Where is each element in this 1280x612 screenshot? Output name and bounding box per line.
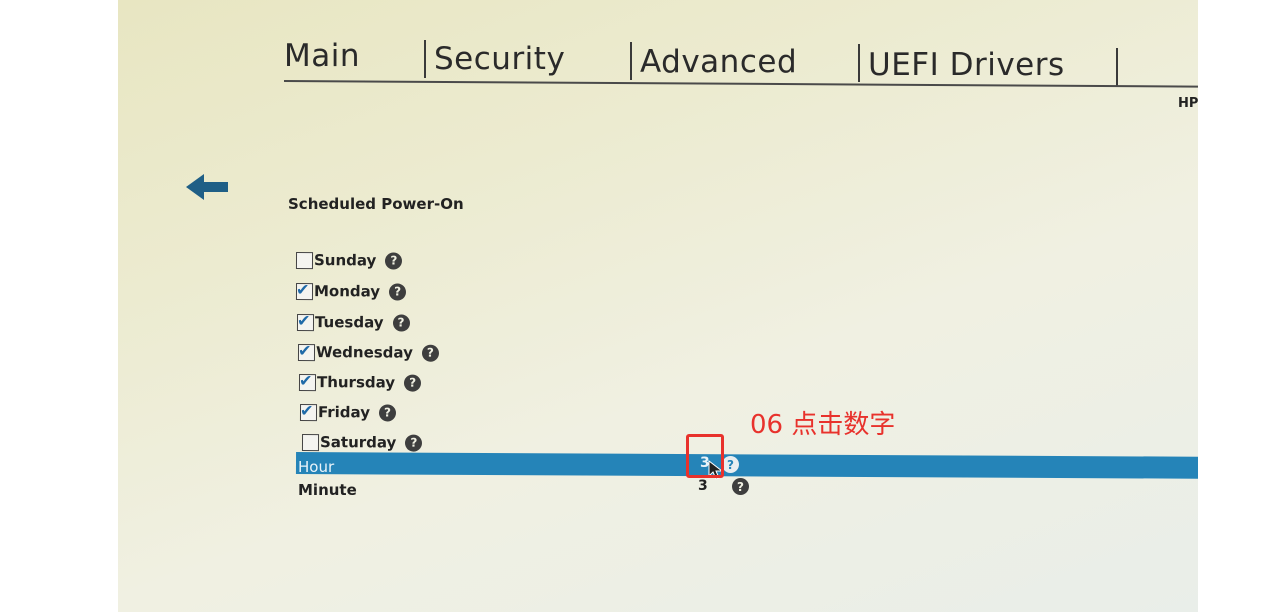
wednesday-checkbox[interactable]: ✔ xyxy=(297,340,316,361)
tuesday-checkbox[interactable]: ✔ xyxy=(296,310,315,331)
help-icon[interactable]: ? xyxy=(389,282,407,301)
tab-security[interactable]: Security xyxy=(434,41,565,77)
tab-main[interactable]: Main xyxy=(284,38,360,74)
hour-row-highlight[interactable] xyxy=(295,452,1198,479)
day-row-thursday: ✔ Thursday ? xyxy=(298,370,422,394)
check-mark-icon: ✔ xyxy=(299,400,314,420)
check-mark-icon: ✔ xyxy=(295,279,310,299)
check-mark-icon: ✔ xyxy=(298,370,313,390)
day-label: Saturday xyxy=(319,433,397,452)
friday-checkbox[interactable]: ✔ xyxy=(299,400,318,421)
help-icon[interactable]: ? xyxy=(732,478,749,495)
saturday-checkbox[interactable] xyxy=(301,433,320,451)
day-label: Friday xyxy=(317,403,371,422)
help-icon[interactable]: ? xyxy=(722,456,739,473)
thursday-checkbox[interactable]: ✔ xyxy=(298,370,317,391)
day-row-friday: ✔ Friday ? xyxy=(299,400,397,424)
help-icon[interactable]: ? xyxy=(405,434,423,452)
page-title: Scheduled Power-On xyxy=(288,195,464,213)
annotation-highlight-box xyxy=(686,434,724,478)
annotation-step-text: 06 点击数字 xyxy=(750,410,896,440)
day-row-sunday: Sunday ? xyxy=(295,249,403,272)
day-label: Thursday xyxy=(316,373,396,392)
day-row-tuesday: ✔ Tuesday ? xyxy=(296,310,410,334)
sunday-checkbox[interactable] xyxy=(295,251,314,269)
help-icon[interactable]: ? xyxy=(378,403,397,422)
minute-label: Minute xyxy=(298,481,357,499)
day-row-saturday: Saturday ? xyxy=(301,431,423,454)
check-mark-icon: ✔ xyxy=(297,340,312,360)
hour-label: Hour xyxy=(298,458,335,476)
day-label: Wednesday xyxy=(315,343,413,362)
tab-divider xyxy=(1116,48,1118,86)
tab-divider xyxy=(630,42,632,80)
minute-value-field[interactable]: 3 xyxy=(698,478,708,494)
day-label: Tuesday xyxy=(314,313,384,332)
tab-divider xyxy=(858,44,860,82)
brand-label: HP xyxy=(1178,96,1198,111)
tab-advanced[interactable]: Advanced xyxy=(640,44,797,80)
day-label: Sunday xyxy=(313,251,377,270)
help-icon[interactable]: ? xyxy=(404,374,422,392)
help-icon[interactable]: ? xyxy=(392,314,410,332)
help-icon[interactable]: ? xyxy=(385,251,403,270)
bios-screen-photo: Main Security Advanced UEFI Drivers HP S… xyxy=(118,0,1198,612)
help-icon[interactable]: ? xyxy=(421,344,439,362)
day-row-monday: ✔ Monday ? xyxy=(295,279,407,303)
monday-checkbox[interactable]: ✔ xyxy=(295,279,314,300)
back-arrow-icon[interactable] xyxy=(184,172,230,202)
day-label: Monday xyxy=(313,282,381,301)
tab-divider xyxy=(424,40,426,78)
day-row-wednesday: ✔ Wednesday ? xyxy=(297,340,439,364)
tab-uefi-drivers[interactable]: UEFI Drivers xyxy=(868,47,1065,83)
check-mark-icon: ✔ xyxy=(296,310,311,330)
